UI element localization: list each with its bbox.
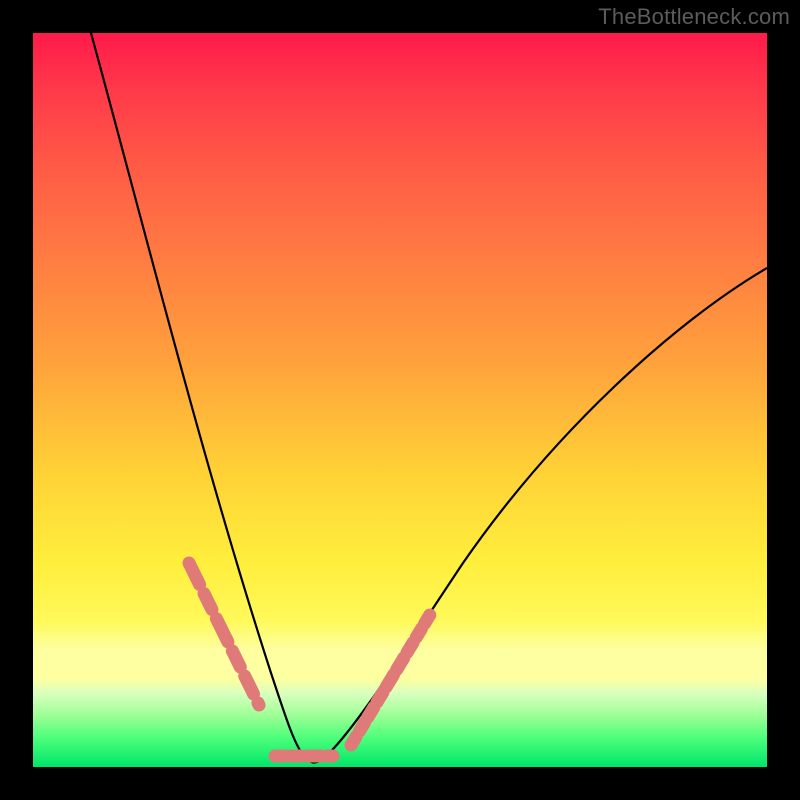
watermark-text: TheBottleneck.com	[598, 4, 790, 30]
chart-frame: TheBottleneck.com	[0, 0, 800, 800]
markers-left-branch	[189, 563, 259, 705]
chart-svg	[33, 33, 767, 767]
bottleneck-curve	[91, 33, 767, 762]
plot-area	[33, 33, 767, 767]
markers-right-branch	[351, 613, 431, 745]
